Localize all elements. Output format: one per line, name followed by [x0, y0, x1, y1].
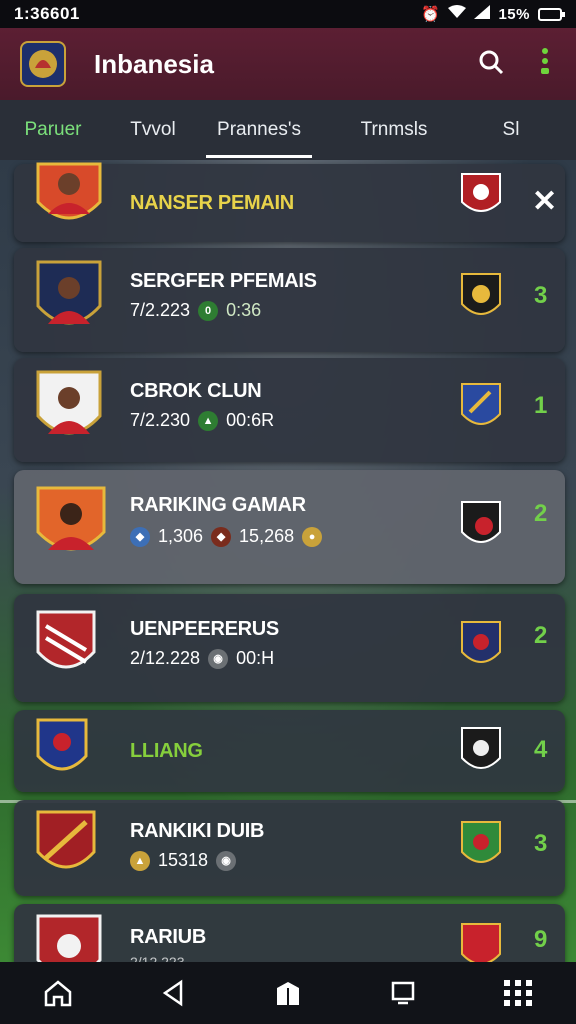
- rank-value: 1: [534, 392, 548, 419]
- row-title: RARIUB: [130, 926, 206, 948]
- app-title: Inbanesia: [94, 48, 214, 79]
- rank-value: 2: [534, 622, 548, 649]
- status-icon: ◉: [216, 850, 237, 871]
- row-title: NANSER PEMAIN: [130, 192, 294, 214]
- row-title: RARIKING GAMAR: [130, 494, 306, 516]
- battery-icon: [538, 7, 565, 21]
- tab-bar: Paruer Tvvol Prannes's Trnmsls Sl: [0, 100, 576, 160]
- club-icon: ◆: [130, 526, 150, 547]
- row-extra: 0:36: [226, 300, 262, 320]
- rank-value: 4: [534, 736, 548, 763]
- list-item[interactable]: UENPEERERUS 2/12.228 ◉ 00:H 2: [14, 594, 565, 702]
- back-icon[interactable]: [143, 968, 203, 1018]
- status-icon: ◉: [208, 648, 229, 669]
- rank-value: 3: [534, 830, 548, 857]
- row-extra: 00:H: [236, 648, 275, 668]
- tab-trnmsls[interactable]: Trnmsls: [332, 100, 456, 160]
- apps-icon[interactable]: [488, 968, 548, 1018]
- row-stat: 2/12.228: [130, 648, 201, 668]
- gift-icon[interactable]: [258, 968, 318, 1018]
- tab-tvvol[interactable]: Tvvol: [106, 100, 200, 160]
- app-bar: Inbanesia: [0, 28, 576, 100]
- row-extra: 15,268: [239, 526, 295, 546]
- more-vert-icon[interactable]: [540, 47, 550, 82]
- list-item[interactable]: RARIKING GAMAR ◆ 1,306 ◆ 15,268 ● 2: [14, 470, 565, 584]
- rank-value: 2: [534, 500, 548, 527]
- player-avatar: [34, 162, 102, 234]
- list-item[interactable]: LLIANG 4: [14, 710, 565, 792]
- player-avatar: [36, 370, 102, 442]
- status-bar: 1:36601 ⏰ 15%: [0, 0, 576, 28]
- team-badge-icon: [460, 382, 502, 430]
- club-crest: [36, 718, 102, 790]
- team-badge-icon: [460, 172, 502, 220]
- close-icon[interactable]: ✕: [532, 184, 557, 219]
- trophy-icon: ▲: [130, 850, 150, 871]
- player-avatar: [36, 260, 102, 332]
- rank-value: 3: [534, 282, 548, 309]
- tab-prannes[interactable]: Prannes's: [206, 100, 312, 160]
- status-time: 1:36601: [14, 4, 80, 23]
- wifi-icon: [448, 5, 467, 23]
- tab-paruer[interactable]: Paruer: [0, 100, 106, 160]
- bottom-navigation: [0, 962, 576, 1024]
- club-icon: ◆: [211, 526, 232, 547]
- app-logo[interactable]: [20, 41, 66, 87]
- player-avatar: [36, 486, 106, 558]
- team-badge-icon: [460, 726, 502, 774]
- team-badge-icon: [460, 500, 502, 548]
- rank-value: 9: [534, 926, 548, 953]
- row-title: UENPEERERUS: [130, 618, 279, 640]
- club-crest: [36, 810, 102, 882]
- home-icon[interactable]: [28, 968, 88, 1018]
- club-crest: [36, 610, 102, 682]
- signal-icon: [474, 5, 491, 23]
- list-item[interactable]: SERGFER PFEMAIS 7/2.223 0 0:36 3: [14, 248, 565, 352]
- trophy-icon: ●: [302, 526, 323, 547]
- row-stat: 15318: [158, 850, 209, 870]
- team-badge-icon: [460, 272, 502, 320]
- recents-icon[interactable]: [373, 968, 433, 1018]
- search-icon[interactable]: [478, 49, 504, 80]
- row-title: LLIANG: [130, 740, 203, 762]
- battery-percent: 15%: [498, 5, 530, 23]
- row-extra: 00:6R: [226, 410, 275, 430]
- row-stat: 7/2.223: [130, 300, 191, 320]
- row-title: RANKIKI DUIB: [130, 820, 265, 842]
- status-icon: ▲: [198, 410, 219, 431]
- row-stat: 7/2.230: [130, 410, 191, 430]
- list-item[interactable]: NANSER PEMAIN ✕: [14, 162, 565, 242]
- tab-sl[interactable]: Sl: [476, 100, 546, 160]
- status-icon: 0: [198, 300, 219, 321]
- row-stat: 1,306: [158, 526, 204, 546]
- row-title: SERGFER PFEMAIS: [130, 270, 317, 292]
- list-item[interactable]: RANKIKI DUIB ▲ 15318 ◉ 3: [14, 800, 565, 896]
- alarm-icon: ⏰: [421, 6, 441, 23]
- list-item[interactable]: CBROK CLUN 7/2.230 ▲ 00:6R 1: [14, 358, 565, 462]
- team-badge-icon: [460, 820, 502, 868]
- row-title: CBROK CLUN: [130, 380, 262, 402]
- team-badge-icon: [460, 620, 502, 668]
